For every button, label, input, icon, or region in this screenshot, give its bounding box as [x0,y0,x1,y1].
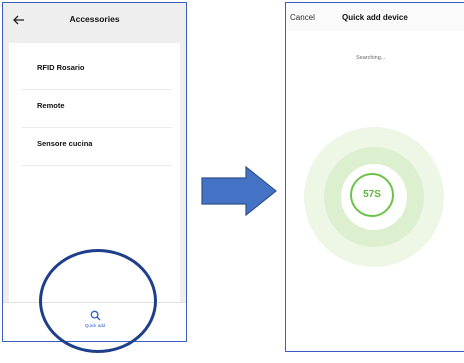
list-item-sensore-cucina[interactable]: Sensore cucina [21,127,172,166]
quick-add-header: Cancel Quick add device [286,3,464,31]
list-item-rfid-rosario[interactable]: RFID Rosario [21,51,172,90]
list-item-label: RFID Rosario [37,63,85,72]
bottom-bar: Quick add [3,302,186,341]
search-icon [90,310,100,321]
countdown-timer: 57S [350,173,394,217]
list-item-label: Remote [37,101,65,110]
quick-add-label: Quick add [84,323,106,328]
page-title: Accessories [69,14,120,24]
accessories-screen: Accessories RFID Rosario Remote Sensore … [2,2,187,342]
list-item-label: Sensore cucina [37,139,93,148]
search-status: Searching... [356,55,386,61]
right-arrow-icon [201,165,277,217]
page-title: Quick add device [342,13,408,22]
accessories-header: Accessories [3,3,186,37]
quick-add-device-screen: Cancel Quick add device Searching... 57S [285,2,464,352]
list-item-remote[interactable]: Remote [21,89,172,128]
quick-add-button[interactable]: Quick add [81,308,109,336]
cancel-button[interactable]: Cancel [290,13,315,22]
accessories-list: RFID Rosario Remote Sensore cucina [9,43,180,305]
